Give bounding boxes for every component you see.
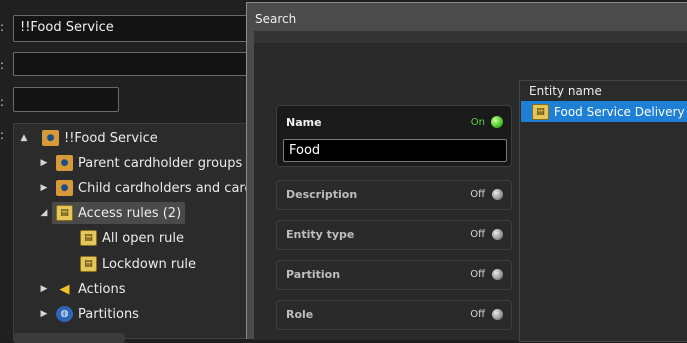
cardholder-group-icon: ● xyxy=(56,155,73,171)
tree-item-label: Actions xyxy=(78,281,126,297)
field-colon: : xyxy=(0,128,5,142)
selected-highlight: ▤ Access rules (2) xyxy=(52,202,186,224)
tree-item-parent-groups[interactable]: ▶ ● Parent cardholder groups xyxy=(38,152,242,174)
tree-root[interactable]: ▲ ● !!Food Service xyxy=(18,127,158,149)
tree-item-label: Parent cardholder groups xyxy=(78,155,243,171)
field-colon: : xyxy=(0,95,5,109)
collapse-arrow-icon[interactable]: ▲ xyxy=(18,133,30,143)
bottom-button[interactable] xyxy=(13,333,125,343)
filter-role[interactable]: Role Off xyxy=(276,300,512,330)
filter-name-label: Name xyxy=(286,116,322,129)
tree-item-label: Child cardholders and cardho xyxy=(78,180,269,196)
tree-item-label: Lockdown rule xyxy=(102,256,197,272)
tree-item-partitions[interactable]: ▶ ◍ Partitions xyxy=(38,303,139,325)
filter-entity-type[interactable]: Entity type Off xyxy=(276,220,512,250)
filter-partition-state: Off xyxy=(470,269,485,280)
short-field[interactable] xyxy=(13,87,119,112)
tree-root-label: !!Food Service xyxy=(64,130,158,146)
toggle-off-icon[interactable] xyxy=(492,309,503,320)
filter-name-state: On xyxy=(470,117,485,128)
description-field[interactable] xyxy=(13,52,253,76)
expand-arrow-icon[interactable]: ▶ xyxy=(38,158,50,168)
collapse-arrow-icon[interactable]: ◢ xyxy=(38,208,50,218)
filter-description[interactable]: Description Off xyxy=(276,180,512,210)
name-field[interactable]: !!Food Service xyxy=(13,15,253,42)
tree-item-all-open-rule[interactable]: ▤ All open rule xyxy=(80,227,184,249)
filter-partition-label: Partition xyxy=(286,268,341,281)
action-icon: ◀ xyxy=(59,281,70,297)
result-row[interactable]: ▤ Food Service Delivery xyxy=(521,101,687,122)
filter-description-state: Off xyxy=(470,189,485,200)
filter-entity-type-state: Off xyxy=(470,229,485,240)
expand-arrow-icon[interactable]: ▶ xyxy=(38,284,50,294)
access-rule-icon: ▤ xyxy=(80,256,97,272)
tree-item-label: All open rule xyxy=(102,230,185,246)
tree-item-lockdown-rule[interactable]: ▤ Lockdown rule xyxy=(80,253,196,275)
filter-name[interactable]: Name On xyxy=(276,105,512,167)
expand-arrow-icon[interactable]: ▶ xyxy=(38,309,50,319)
toggle-on-icon[interactable] xyxy=(491,116,503,128)
toggle-off-icon[interactable] xyxy=(492,269,503,280)
filter-description-label: Description xyxy=(286,188,358,201)
access-rule-icon: ▤ xyxy=(532,103,549,120)
access-rule-icon: ▤ xyxy=(56,205,73,221)
tree-item-access-rules[interactable]: ◢ ▤ Access rules (2) xyxy=(38,202,186,224)
access-rule-icon: ▤ xyxy=(80,230,97,246)
tree-item-actions[interactable]: ▶ ◀ Actions xyxy=(38,278,126,300)
field-colon: : xyxy=(0,58,5,72)
toggle-off-icon[interactable] xyxy=(492,189,503,200)
tree-item-label: Access rules (2) xyxy=(78,205,182,221)
expand-arrow-icon[interactable]: ▶ xyxy=(38,183,50,193)
partition-icon: ◍ xyxy=(56,306,73,322)
results-list: Entity name ▤ Food Service Delivery xyxy=(519,80,687,342)
tree-item-child-cardholders[interactable]: ▶ ● Child cardholders and cardho xyxy=(38,177,269,199)
filter-entity-type-label: Entity type xyxy=(286,228,355,241)
results-column-header[interactable]: Entity name xyxy=(529,84,602,98)
tree-panel: ▲ ● !!Food Service ▶ ● Parent cardholder… xyxy=(13,123,269,339)
filter-partition[interactable]: Partition Off xyxy=(276,260,512,290)
cardholder-group-icon: ● xyxy=(56,180,73,196)
dialog-title: Search xyxy=(255,12,297,26)
search-dialog: Search Name On Description Off Entity ty… xyxy=(246,2,687,342)
name-field-value: !!Food Service xyxy=(20,20,114,35)
field-colon: : xyxy=(0,20,5,34)
tree-item-label: Partitions xyxy=(78,306,139,322)
toggle-off-icon[interactable] xyxy=(492,229,503,240)
cardholder-group-icon: ● xyxy=(42,130,59,146)
result-label: Food Service Delivery xyxy=(554,104,685,119)
filter-role-label: Role xyxy=(286,308,314,321)
dialog-body-strip xyxy=(254,31,687,43)
filter-role-state: Off xyxy=(470,309,485,320)
name-search-input[interactable] xyxy=(283,139,507,162)
